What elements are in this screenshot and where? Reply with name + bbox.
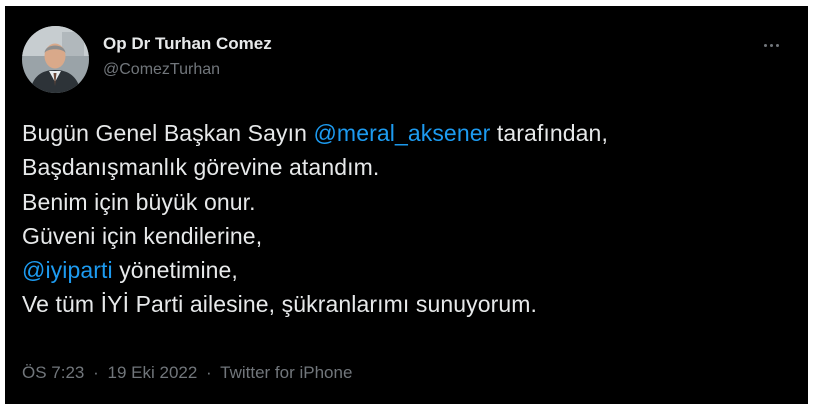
tweet-text-segment: Başdanışmanlık görevine atandım. [22,154,380,181]
tweet-line: Başdanışmanlık görevine atandım. [22,150,788,184]
avatar-photo [22,26,89,93]
tweet-text-segment: Benim için büyük onur. [22,188,256,215]
tweet-text-segment: Bugün Genel Başkan Sayın [22,120,314,146]
tweet-text-segment: Güveni için kendilerine, [22,222,263,249]
tweet-line: Bugün Genel Başkan Sayın @meral_aksener … [22,116,788,150]
mention-link[interactable]: @iyiparti [22,257,113,283]
tweet-source[interactable]: Twitter for iPhone [220,363,352,382]
more-dots-icon [763,43,767,47]
tweet-header: Op Dr Turhan Comez @ComezTurhan [22,24,808,94]
tweet-line: @iyiparti yönetimine, [22,253,788,287]
mention-link[interactable]: @meral_aksener [313,120,490,146]
tweet-line: Ve tüm İYİ Parti ailesine, şükranlarımı … [22,287,788,321]
handle[interactable]: @ComezTurhan [103,59,272,81]
tweet-card: Op Dr Turhan Comez @ComezTurhan Bugün Ge… [5,6,808,404]
more-dots-icon [769,43,773,47]
tweet-meta: ÖS 7:23 · 19 Eki 2022 · Twitter for iPho… [22,362,352,384]
meta-separator: · [93,363,99,382]
avatar[interactable] [22,26,89,93]
meta-separator: · [206,363,212,382]
tweet-text-segment: Ve tüm İYİ Parti ailesine, şükranlarımı … [22,291,538,318]
more-dots-icon [775,43,779,47]
tweet-line: Benim için büyük onur. [22,185,788,219]
tweet-line: Güveni için kendilerine, [22,219,788,253]
author-names: Op Dr Turhan Comez @ComezTurhan [103,33,272,81]
tweet-text: Bugün Genel Başkan Sayın @meral_aksener … [22,116,788,322]
tweet-text-segment: yönetimine, [112,257,238,284]
tweet-date[interactable]: 19 Eki 2022 [108,363,198,382]
more-options-button[interactable] [756,30,786,60]
tweet-text-segment: tarafından, [490,120,608,146]
display-name[interactable]: Op Dr Turhan Comez [103,33,272,55]
tweet-time[interactable]: ÖS 7:23 [22,363,84,382]
